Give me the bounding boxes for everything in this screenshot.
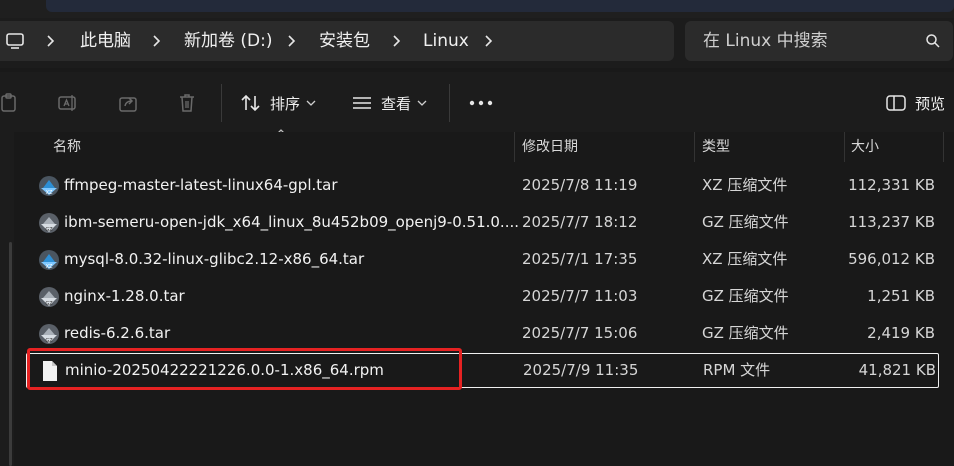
svg-text:XZ: XZ <box>46 264 53 270</box>
column-header-modified[interactable]: 修改日期 <box>522 132 578 162</box>
svg-text:GZ: GZ <box>45 227 53 233</box>
paste-icon[interactable] <box>0 92 20 114</box>
file-size: 2,419 KB <box>867 324 935 342</box>
share-icon[interactable] <box>117 92 139 114</box>
column-divider[interactable] <box>514 132 515 162</box>
preview-pane-icon <box>886 95 906 111</box>
chevron-down-icon <box>417 100 427 106</box>
file-name: ibm-semeru-open-jdk_x64_linux_8u452b09_o… <box>64 213 520 231</box>
view-label: 查看 <box>381 94 412 113</box>
toolbar-divider <box>221 84 222 122</box>
xz-archive-icon: XZ <box>39 176 59 196</box>
file-type: XZ 压缩文件 <box>702 176 788 194</box>
file-modified: 2025/7/9 11:35 <box>523 361 639 379</box>
breadcrumb-linux[interactable]: Linux <box>423 31 469 51</box>
rename-icon[interactable] <box>57 92 79 114</box>
file-name: ffmpeg-master-latest-linux64-gpl.tar <box>64 176 338 194</box>
search-input[interactable]: 在 Linux 中搜索 <box>685 21 953 61</box>
column-header-size[interactable]: 大小 <box>851 132 879 162</box>
file-type: GZ 压缩文件 <box>702 213 789 231</box>
search-icon[interactable] <box>925 33 941 49</box>
file-size: 596,012 KB <box>848 250 935 268</box>
file-modified: 2025/7/1 17:35 <box>522 250 638 268</box>
search-placeholder: 在 Linux 中搜索 <box>703 31 828 51</box>
chevron-right-icon[interactable] <box>285 31 299 51</box>
file-type: XZ 压缩文件 <box>702 250 788 268</box>
file-name: mysql-8.0.32-linux-glibc2.12-x86_64.tar <box>64 250 365 268</box>
svg-text:GZ: GZ <box>45 338 53 344</box>
chevron-right-icon[interactable] <box>150 31 164 51</box>
file-modified: 2025/7/7 11:03 <box>522 287 638 305</box>
title-strip <box>0 0 954 18</box>
file-row[interactable]: GZ ibm-semeru-open-jdk_x64_linux_8u452b0… <box>14 205 938 240</box>
column-divider[interactable] <box>844 132 845 162</box>
svg-text:GZ: GZ <box>45 301 53 307</box>
command-bar: 排序 查看 预览 <box>0 72 954 132</box>
xz-archive-icon: XZ <box>39 250 59 270</box>
file-size: 1,251 KB <box>867 287 935 305</box>
file-type: GZ 压缩文件 <box>702 324 789 342</box>
address-row: 此电脑 新加卷 (D:) 安装包 Linux 在 Linux 中搜索 <box>0 18 954 68</box>
navigation-scrollbar[interactable] <box>9 242 12 466</box>
file-row[interactable]: GZ redis-6.2.6.tar 2025/7/7 15:06 GZ 压缩文… <box>14 316 938 351</box>
sort-label: 排序 <box>270 94 301 113</box>
gz-archive-icon: GZ <box>39 287 59 307</box>
column-header-name[interactable]: 名称 <box>53 132 81 162</box>
preview-label: 预览 <box>915 94 946 113</box>
view-icon <box>353 97 371 109</box>
column-header-type[interactable]: 类型 <box>702 132 730 162</box>
more-options-icon[interactable] <box>469 100 493 106</box>
view-button[interactable]: 查看 <box>351 91 427 115</box>
file-name: nginx-1.28.0.tar <box>64 287 185 305</box>
breadcrumb-this-pc[interactable]: 此电脑 <box>80 31 131 51</box>
chevron-right-icon[interactable] <box>390 31 404 51</box>
file-size: 112,331 KB <box>848 176 935 194</box>
breadcrumb-installers[interactable]: 安装包 <box>319 31 370 51</box>
preview-pane-button[interactable]: 预览 <box>885 92 945 114</box>
file-name: redis-6.2.6.tar <box>64 324 171 342</box>
file-type: RPM 文件 <box>703 361 771 379</box>
file-type: GZ 压缩文件 <box>702 287 789 305</box>
toolbar-divider <box>449 84 450 122</box>
annotation-highlight-box <box>27 348 462 390</box>
chevron-right-icon[interactable] <box>482 31 496 51</box>
gz-archive-icon: GZ <box>39 324 59 344</box>
sort-button[interactable]: 排序 <box>240 91 316 115</box>
gz-archive-icon: GZ <box>39 213 59 233</box>
this-pc-icon[interactable] <box>5 31 25 51</box>
column-divider[interactable] <box>694 132 695 162</box>
file-size: 41,821 KB <box>858 361 936 379</box>
navigation-pane[interactable] <box>0 132 14 466</box>
breadcrumb-drive-d[interactable]: 新加卷 (D:) <box>184 31 273 51</box>
column-divider[interactable] <box>943 132 944 162</box>
file-modified: 2025/7/7 18:12 <box>522 213 638 231</box>
svg-text:XZ: XZ <box>46 190 53 196</box>
file-size: 113,237 KB <box>848 213 935 231</box>
tab-edge <box>46 0 954 12</box>
file-modified: 2025/7/7 15:06 <box>522 324 638 342</box>
sort-icon <box>241 94 260 112</box>
file-row[interactable]: XZ mysql-8.0.32-linux-glibc2.12-x86_64.t… <box>14 242 938 277</box>
file-modified: 2025/7/8 11:19 <box>522 176 638 194</box>
chevron-right-icon[interactable] <box>44 31 58 51</box>
file-row[interactable]: GZ nginx-1.28.0.tar 2025/7/7 11:03 GZ 压缩… <box>14 279 938 314</box>
file-row[interactable]: XZ ffmpeg-master-latest-linux64-gpl.tar … <box>14 168 938 203</box>
address-bar[interactable]: 此电脑 新加卷 (D:) 安装包 Linux <box>0 21 674 61</box>
chevron-down-icon <box>306 100 316 106</box>
delete-icon[interactable] <box>176 92 198 114</box>
